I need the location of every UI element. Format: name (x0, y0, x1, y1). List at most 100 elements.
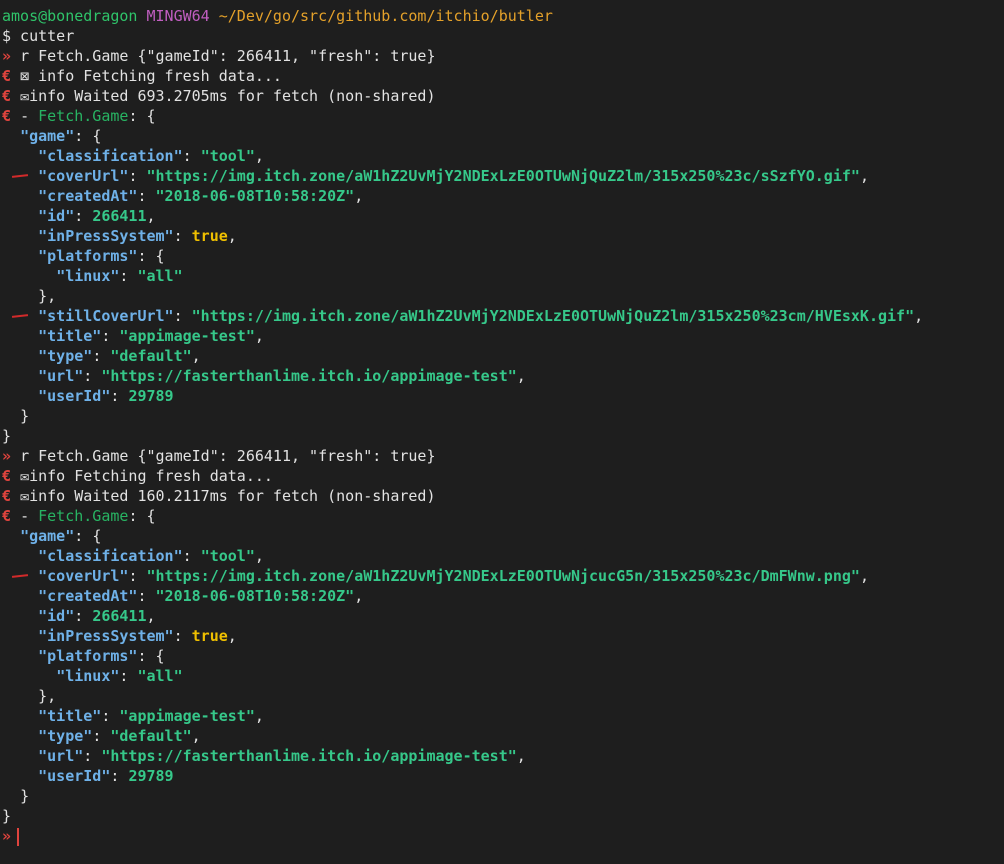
info-text: info Waited 693.2705ms for fetch (non-sh… (29, 87, 436, 105)
json-punct: : (182, 547, 201, 565)
json-line: "userId": 29789 (0, 766, 1004, 786)
arrow-icon: » (2, 47, 12, 65)
json-value: "tool" (200, 547, 255, 565)
json-key: "inPressSystem" (38, 627, 174, 645)
json-line: "game": { (0, 126, 1004, 146)
info-text: info Fetching fresh data... (29, 467, 273, 485)
json-line: "title": "appimage-test", (0, 706, 1004, 726)
euro-icon: € (2, 467, 12, 485)
json-punct: : (92, 347, 111, 365)
json-punct: }, (38, 687, 57, 705)
json-line: "coverUrl": "https://img.itch.zone/aW1hZ… (0, 566, 1004, 586)
json-key: "linux" (56, 667, 120, 685)
json-punct: } (2, 807, 12, 825)
json-punct: , (516, 367, 526, 385)
json-punct: , (254, 707, 264, 725)
json-value: "all" (137, 267, 183, 285)
json-line: "platforms": { (0, 246, 1004, 266)
json-line: } (0, 426, 1004, 446)
info-line: € ✉info Waited 160.2117ms for fetch (non… (0, 486, 1004, 506)
request-text: Fetch.Game {"gameId": 266411, "fresh": t… (38, 447, 436, 465)
euro-icon: € (2, 107, 12, 125)
json-punct: : (110, 767, 129, 785)
json-value: "2018-06-08T10:58:20Z" (155, 587, 355, 605)
json-line: "inPressSystem": true, (0, 226, 1004, 246)
result-suffix: : { (128, 107, 156, 125)
json-punct: { (155, 647, 165, 665)
json-key: "userId" (38, 387, 111, 405)
mail-icon: ⊠ (20, 67, 30, 85)
json-punct: , (354, 187, 364, 205)
json-value: 266411 (92, 607, 147, 625)
json-line: "type": "default", (0, 726, 1004, 746)
json-value: "https://fasterthanlime.itch.io/appimage… (101, 367, 517, 385)
json-line: "inPressSystem": true, (0, 626, 1004, 646)
json-value: "2018-06-08T10:58:20Z" (155, 187, 355, 205)
json-key: "platforms" (38, 647, 138, 665)
red-annotation-mark (11, 574, 29, 578)
json-value: "appimage-test" (119, 327, 255, 345)
json-punct: { (92, 527, 102, 545)
request-line: » r Fetch.Game {"gameId": 266411, "fresh… (0, 446, 1004, 466)
bullet-icon: - (20, 107, 30, 125)
json-line: "type": "default", (0, 346, 1004, 366)
json-punct: : (83, 747, 102, 765)
json-key: "url" (38, 367, 84, 385)
info-text: info Fetching fresh data... (38, 67, 282, 85)
json-punct: } (20, 787, 30, 805)
json-line: "id": 266411, (0, 206, 1004, 226)
json-key: "createdAt" (38, 587, 138, 605)
json-line: "game": { (0, 526, 1004, 546)
json-punct: : (83, 367, 102, 385)
terminal-window[interactable]: amos@bonedragon MINGW64 ~/Dev/go/src/git… (0, 0, 1004, 864)
result-line: € - Fetch.Game: { (0, 506, 1004, 526)
result-line: € - Fetch.Game: { (0, 106, 1004, 126)
json-punct: { (92, 127, 102, 145)
json-value: 266411 (92, 207, 147, 225)
json-punct: } (20, 407, 30, 425)
euro-icon: € (2, 67, 12, 85)
json-line: }, (0, 686, 1004, 706)
json-punct: : (74, 607, 93, 625)
json-key: "coverUrl" (38, 167, 129, 185)
json-punct: : (74, 527, 93, 545)
json-key: "url" (38, 747, 84, 765)
mail-icon: ✉ (20, 87, 30, 105)
json-value: "https://img.itch.zone/aW1hZ2UvMjY2NDExL… (146, 567, 860, 585)
request-marker-icon: r (20, 47, 30, 65)
prompt-user: amos@bonedragon (2, 7, 138, 25)
json-line: "title": "appimage-test", (0, 326, 1004, 346)
euro-icon: € (2, 487, 12, 505)
json-line: "platforms": { (0, 646, 1004, 666)
json-key: "linux" (56, 267, 120, 285)
red-annotation-mark (11, 314, 29, 318)
json-punct: , (354, 587, 364, 605)
request-marker-icon: r (20, 447, 30, 465)
json-punct: : (137, 647, 156, 665)
json-line: }, (0, 286, 1004, 306)
text-cursor[interactable] (17, 827, 20, 846)
input-prompt-line[interactable]: » (0, 826, 1004, 846)
json-punct: , (859, 567, 869, 585)
json-punct: , (516, 747, 526, 765)
json-key: "classification" (38, 147, 183, 165)
json-punct: : (137, 587, 156, 605)
json-punct: : (128, 167, 147, 185)
json-punct: , (191, 347, 201, 365)
result-suffix: : { (128, 507, 156, 525)
json-key: "type" (38, 347, 93, 365)
json-line: "coverUrl": "https://img.itch.zone/aW1hZ… (0, 166, 1004, 186)
json-punct: , (254, 147, 264, 165)
json-punct: , (227, 627, 237, 645)
json-line: "userId": 29789 (0, 386, 1004, 406)
json-value: "default" (110, 347, 192, 365)
json-line: "createdAt": "2018-06-08T10:58:20Z", (0, 586, 1004, 606)
json-punct: : (101, 707, 120, 725)
result-name: Fetch.Game (38, 507, 129, 525)
json-key: "title" (38, 707, 102, 725)
json-punct: : (173, 227, 192, 245)
red-annotation-mark (11, 174, 29, 178)
prompt-line: amos@bonedragon MINGW64 ~/Dev/go/src/git… (0, 6, 1004, 26)
request-text: Fetch.Game {"gameId": 266411, "fresh": t… (38, 47, 436, 65)
json-key: "game" (20, 127, 75, 145)
